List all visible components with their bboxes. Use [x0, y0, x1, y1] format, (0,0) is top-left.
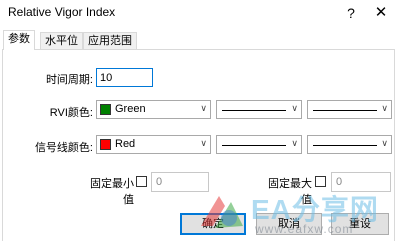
rvi-line-width-select[interactable]: ∨	[307, 100, 392, 119]
rvi-color-swatch	[100, 104, 111, 115]
chevron-down-icon: ∨	[381, 103, 388, 113]
signal-color-swatch	[100, 139, 111, 150]
watermark-logo	[201, 196, 243, 228]
chevron-down-icon: ∨	[200, 103, 207, 113]
signal-line-style-select[interactable]: ∨	[216, 135, 302, 154]
tab-apply-range[interactable]: 应用范围	[83, 32, 137, 49]
dialog-window: Relative Vigor Index ? ✕ 参数 水平位 应用范围 时间周…	[0, 0, 397, 241]
chevron-down-icon: ∨	[200, 138, 207, 148]
line-style-sample	[222, 110, 286, 111]
signal-color-value: Red	[115, 138, 136, 150]
rvi-color-value: Green	[115, 103, 146, 115]
line-style-sample	[222, 145, 286, 146]
fixed-min-label: 固定最小值	[90, 178, 134, 206]
period-input[interactable]	[96, 68, 153, 87]
watermark-url: www.eafxw.com	[255, 222, 354, 236]
chevron-down-icon: ∨	[291, 138, 298, 148]
help-button[interactable]: ?	[338, 2, 364, 24]
close-button[interactable]: ✕	[368, 2, 394, 24]
rvi-color-label: RVI颜色:	[49, 107, 93, 119]
fixed-max-checkbox[interactable]	[315, 176, 326, 187]
rvi-color-select[interactable]: Green ∨	[96, 100, 211, 119]
chevron-down-icon: ∨	[381, 138, 388, 148]
window-title: Relative Vigor Index	[8, 5, 116, 19]
signal-color-select[interactable]: Red ∨	[96, 135, 211, 154]
tab-levels[interactable]: 水平位	[40, 32, 83, 49]
line-width-sample	[313, 110, 377, 111]
period-label: 时间周期:	[45, 74, 93, 86]
tab-strip: 参数 水平位 应用范围	[0, 30, 397, 50]
chevron-down-icon: ∨	[291, 103, 298, 113]
title-bar: Relative Vigor Index ? ✕	[0, 0, 397, 26]
tab-parameters[interactable]: 参数	[3, 30, 35, 50]
fixed-min-checkbox[interactable]	[136, 176, 147, 187]
signal-line-width-select[interactable]: ∨	[307, 135, 392, 154]
signal-color-label: 信号线颜色:	[34, 142, 93, 154]
line-width-sample	[313, 145, 377, 146]
rvi-line-style-select[interactable]: ∨	[216, 100, 302, 119]
